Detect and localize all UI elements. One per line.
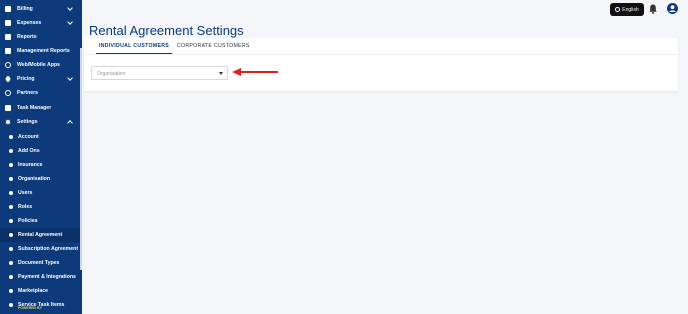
sidebar-item-label: Reports bbox=[17, 34, 37, 40]
sidebar: Billing Expenses Reports Management Repo… bbox=[0, 0, 82, 314]
globe-icon bbox=[615, 7, 621, 12]
sidebar-item-web-mobile-apps[interactable]: Web/Mobile Apps bbox=[0, 58, 80, 72]
sidebar-subitem-label: Rental Agreement bbox=[18, 232, 63, 238]
bell-icon[interactable] bbox=[649, 4, 657, 14]
sidebar-subitem-label: Subscription Agreement bbox=[18, 246, 79, 252]
organisation-select[interactable]: Organisation bbox=[91, 66, 228, 80]
sidebar-item-label: Task Manager bbox=[17, 105, 52, 111]
sidebar-item-label: Web/Mobile Apps bbox=[17, 62, 60, 68]
page-title: Rental Agreement Settings bbox=[89, 23, 244, 38]
sidebar-subitem-label: Account bbox=[18, 134, 39, 140]
sidebar-subitem-document-types[interactable]: Document Types bbox=[0, 256, 80, 270]
sidebar-subitem-label: Roles bbox=[18, 204, 33, 210]
sidebar-subitem-organisation[interactable]: Organisation bbox=[0, 172, 80, 186]
sidebar-subitem-label: Marketplace bbox=[18, 288, 48, 294]
sidebar-subitem-label: Organisation bbox=[18, 176, 50, 182]
sidebar-subitem-add-ons[interactable]: Add Ons bbox=[0, 144, 80, 158]
sidebar-item-label: Management Reports bbox=[17, 48, 70, 54]
chevron-down-icon bbox=[67, 75, 73, 81]
sidebar-subitem-label: Policies bbox=[18, 218, 38, 224]
sidebar-item-settings[interactable]: Settings bbox=[0, 115, 80, 129]
caret-down-icon bbox=[219, 72, 223, 75]
sidebar-subitem-policies[interactable]: Policies bbox=[0, 214, 80, 228]
sidebar-item-expenses[interactable]: Expenses bbox=[0, 16, 80, 30]
bullet-icon bbox=[9, 247, 13, 251]
sidebar-subitem-users[interactable]: Users bbox=[0, 186, 80, 200]
sidebar-item-reports[interactable]: Reports bbox=[0, 30, 80, 44]
sidebar-item-label: Billing bbox=[17, 6, 33, 12]
sidebar-item-label: Settings bbox=[17, 119, 38, 125]
topbar: English bbox=[82, 0, 688, 18]
sidebar-subitem-label: Document Types bbox=[18, 260, 60, 266]
chevron-down-icon bbox=[67, 5, 73, 11]
bullet-icon bbox=[9, 219, 13, 223]
bullet-icon bbox=[9, 163, 13, 167]
sidebar-subitem-label: Users bbox=[18, 190, 33, 196]
reports-icon bbox=[5, 34, 11, 40]
sidebar-item-partners[interactable]: Partners bbox=[0, 86, 80, 100]
bullet-icon bbox=[9, 275, 13, 279]
bullet-icon bbox=[9, 261, 13, 265]
bullet-icon bbox=[9, 149, 13, 153]
sidebar-item-billing[interactable]: Billing bbox=[0, 2, 80, 16]
tab-corporate-customers[interactable]: CORPORATE CUSTOMERS bbox=[177, 38, 250, 54]
red-arrow-annotation bbox=[232, 68, 278, 76]
sidebar-subitem-account[interactable]: Account bbox=[0, 130, 80, 144]
handshake-icon bbox=[5, 90, 11, 96]
sidebar-item-label: Partners bbox=[17, 90, 39, 96]
sidebar-subitem-roles[interactable]: Roles bbox=[0, 200, 80, 214]
billing-icon bbox=[5, 6, 11, 12]
chevron-up-icon bbox=[67, 120, 73, 126]
sidebar-subitem-label: Insurance bbox=[18, 162, 43, 168]
sidebar-item-pricing[interactable]: Pricing bbox=[0, 72, 80, 86]
bullet-icon bbox=[9, 205, 13, 209]
sidebar-scrollbar[interactable] bbox=[80, 48, 82, 270]
bullet-icon bbox=[9, 233, 13, 237]
chevron-down-icon bbox=[67, 19, 73, 25]
language-button[interactable]: English bbox=[610, 3, 644, 16]
calendar-icon bbox=[5, 105, 11, 111]
organisation-select-placeholder: Organisation bbox=[97, 71, 126, 77]
tabs-divider bbox=[84, 54, 678, 55]
sidebar-subitem-subscription-agreement[interactable]: Subscription Agreement bbox=[0, 242, 80, 256]
language-label: English bbox=[622, 6, 639, 13]
sidebar-subitem-payment-integrations[interactable]: Payment & Integrations bbox=[0, 270, 80, 284]
bullet-icon bbox=[9, 191, 13, 195]
bullet-icon bbox=[9, 135, 13, 139]
sidebar-subitem-insurance[interactable]: Insurance bbox=[0, 158, 80, 172]
sidebar-subitem-label: Payment & Integrations bbox=[18, 274, 76, 280]
sidebar-item-label: Pricing bbox=[17, 76, 35, 82]
sidebar-subitem-label: Add Ons bbox=[18, 148, 40, 154]
settings-card: INDIVIDUAL CUSTOMERS CORPORATE CUSTOMERS… bbox=[84, 38, 678, 91]
sidebar-item-task-manager[interactable]: Task Manager bbox=[0, 101, 80, 115]
bullet-icon bbox=[9, 177, 13, 181]
management-reports-icon bbox=[5, 48, 11, 54]
bullet-icon bbox=[9, 289, 13, 293]
powered-by-label: POWERED BY bbox=[18, 306, 42, 310]
tag-icon bbox=[4, 75, 12, 83]
sidebar-subitem-marketplace[interactable]: Marketplace bbox=[0, 284, 80, 298]
sidebar-subitem-rental-agreement[interactable]: Rental Agreement bbox=[0, 228, 80, 242]
sidebar-item-management-reports[interactable]: Management Reports bbox=[0, 44, 80, 58]
user-avatar-icon[interactable] bbox=[667, 3, 678, 14]
sidebar-item-label: Expenses bbox=[17, 20, 42, 26]
expenses-icon bbox=[5, 20, 11, 26]
tab-individual-customers[interactable]: INDIVIDUAL CUSTOMERS bbox=[96, 38, 172, 54]
bullet-icon bbox=[9, 303, 13, 307]
gear-icon bbox=[5, 119, 11, 125]
globe-icon bbox=[5, 62, 11, 68]
